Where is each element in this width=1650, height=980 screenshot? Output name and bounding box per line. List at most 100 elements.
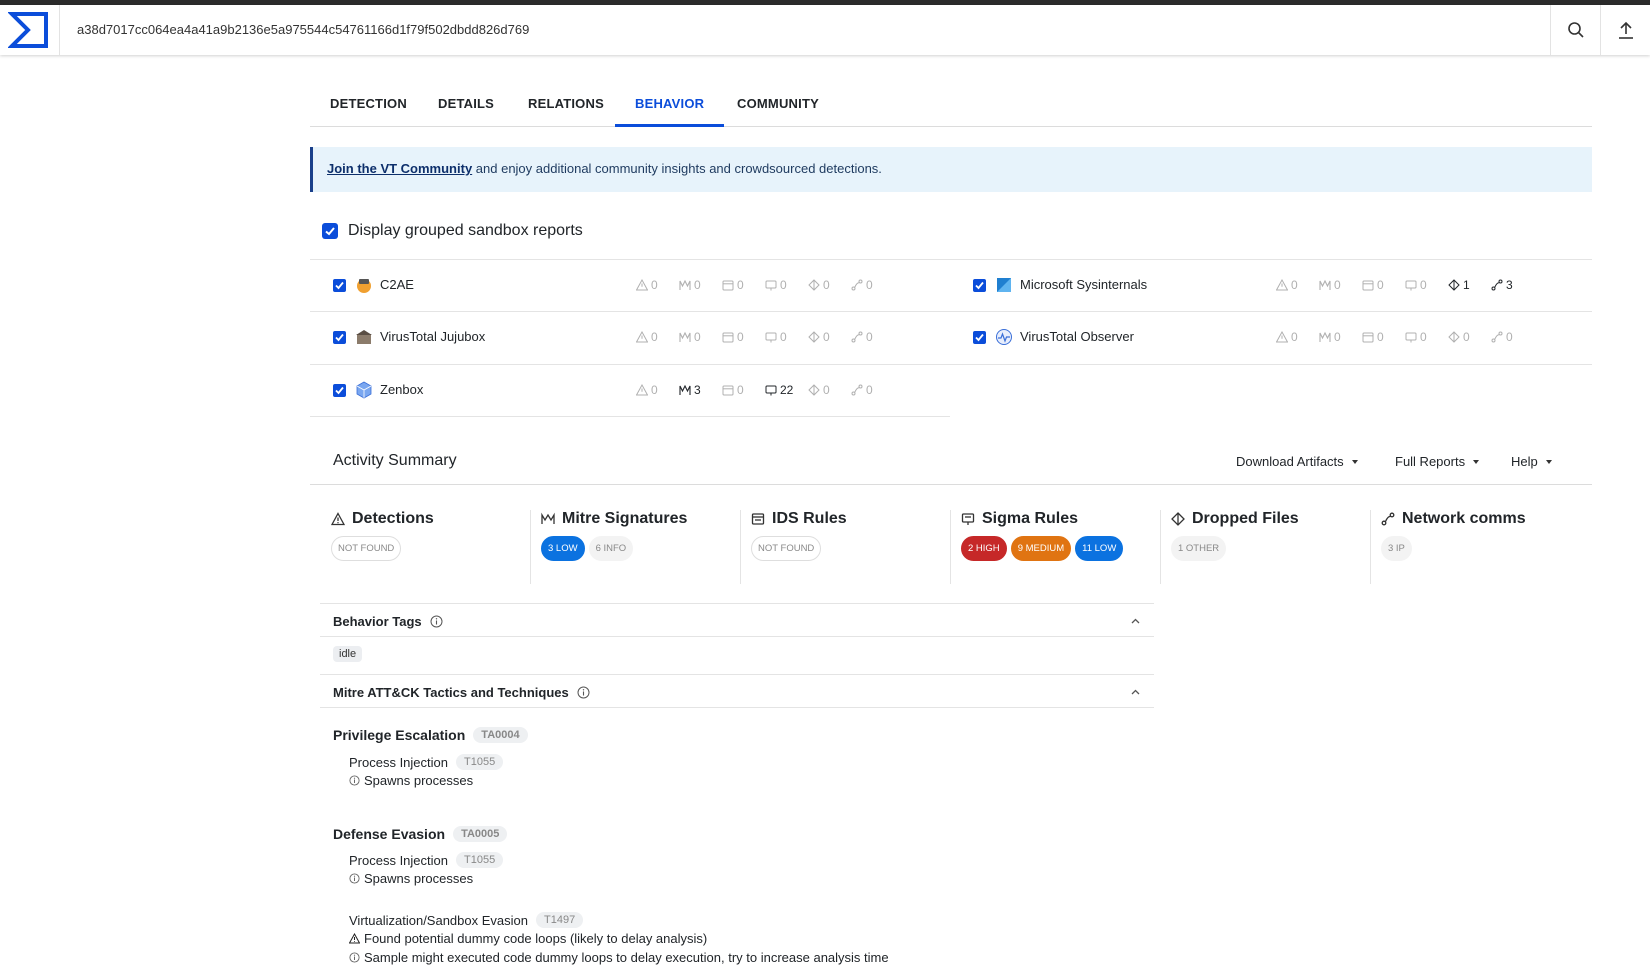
technique-id[interactable]: T1497 (536, 912, 584, 928)
card-mitre-signatures[interactable]: Mitre Signatures 3 LOW 6 INFO (541, 510, 687, 584)
technique-item[interactable]: Process Injection T1055 (349, 852, 504, 868)
full-reports-dropdown[interactable]: Full Reports (1395, 454, 1480, 469)
mitre-stat[interactable]: 0 (1319, 278, 1341, 292)
technique-id[interactable]: T1055 (456, 852, 504, 868)
sandbox-checkbox[interactable] (333, 279, 346, 292)
stat-icon (851, 384, 863, 396)
join-community-link[interactable]: Join the VT Community (327, 161, 472, 176)
sandbox-name[interactable]: Zenbox (380, 382, 423, 397)
sandbox-checkbox[interactable] (333, 384, 346, 397)
card-detections[interactable]: Detections NOT FOUND (331, 510, 434, 584)
chevron-up-icon[interactable] (1131, 689, 1140, 695)
ids-stat[interactable]: 0 (722, 383, 744, 397)
tab-behavior[interactable]: BEHAVIOR (615, 82, 725, 127)
sandbox-virustotal-jujubox[interactable]: VirusTotal Jujubox 0 0 0 0 0 0 (333, 312, 933, 364)
ids-stat[interactable]: 0 (1362, 330, 1384, 344)
virustotal-logo-icon[interactable] (7, 12, 52, 48)
tab-details[interactable]: DETAILS (418, 82, 514, 127)
stat-icon (1448, 279, 1460, 291)
technique-item[interactable]: Process Injection T1055 (349, 754, 504, 770)
sandbox-zenbox[interactable]: Zenbox 0 3 0 22 0 0 (333, 365, 933, 417)
stat-icon (851, 279, 863, 291)
stat-count: 3 (694, 383, 701, 397)
dropped-stat[interactable]: 0 (808, 383, 830, 397)
detections-stat[interactable]: 0 (636, 330, 658, 344)
info-icon (349, 873, 360, 884)
sandbox-name[interactable]: VirusTotal Observer (1020, 329, 1134, 344)
sandbox-c2ae[interactable]: C2AE 0 0 0 0 0 0 (333, 260, 933, 312)
sandbox-checkbox[interactable] (973, 279, 986, 292)
dropped-stat[interactable]: 1 (1448, 278, 1470, 292)
detections-stat[interactable]: 0 (636, 278, 658, 292)
info-icon[interactable] (430, 615, 443, 628)
sandbox-logo-icon (355, 328, 373, 346)
tactic-id[interactable]: TA0005 (453, 826, 508, 842)
sandbox-name[interactable]: VirusTotal Jujubox (380, 329, 485, 344)
card-dropped-files[interactable]: Dropped Files 1 OTHER (1171, 510, 1299, 584)
info-icon[interactable] (577, 686, 590, 699)
sigma-stat[interactable]: 0 (1405, 330, 1427, 344)
sandbox-name[interactable]: Microsoft Sysinternals (1020, 277, 1147, 292)
tactic-name: Defense Evasion (333, 826, 446, 842)
dropped-stat[interactable]: 0 (808, 330, 830, 344)
help-dropdown[interactable]: Help (1511, 454, 1552, 469)
tab-detection[interactable]: DETECTION (310, 82, 427, 127)
dropped-stat[interactable]: 0 (808, 278, 830, 292)
grouped-reports-toggle: Display grouped sandbox reports (322, 222, 583, 240)
network-stat[interactable]: 0 (851, 278, 873, 292)
technique-item[interactable]: Virtualization/Sandbox Evasion T1497 (349, 912, 584, 928)
mitre-stat[interactable]: 0 (679, 330, 701, 344)
stat-count: 0 (1420, 278, 1427, 292)
mitre-stat[interactable]: 3 (679, 383, 701, 397)
upload-button[interactable] (1600, 5, 1650, 55)
tactic-id[interactable]: TA0004 (473, 727, 528, 743)
mitre-attack-title: Mitre ATT&CK Tactics and Techniques (333, 685, 569, 700)
stat-icon (1448, 331, 1460, 343)
sandbox-checkbox[interactable] (973, 331, 986, 344)
grouped-reports-checkbox[interactable] (322, 223, 338, 239)
ids-stat[interactable]: 0 (722, 278, 744, 292)
card-network-comms[interactable]: Network comms 3 IP (1381, 510, 1526, 584)
network-stat[interactable]: 0 (851, 330, 873, 344)
card-ids-rules[interactable]: IDS Rules NOT FOUND (751, 510, 847, 584)
tab-community[interactable]: COMMUNITY (717, 82, 839, 127)
sandbox-virustotal-observer[interactable]: VirusTotal Observer 0 0 0 0 0 0 (973, 312, 1573, 364)
card-sigma-rules[interactable]: Sigma Rules 2 HIGH 9 MEDIUM 11 LOW (961, 510, 1124, 584)
tab-relations[interactable]: RELATIONS (508, 82, 624, 127)
sandbox-name[interactable]: C2AE (380, 277, 414, 292)
detections-stat[interactable]: 0 (636, 383, 658, 397)
stat-count: 3 (1506, 278, 1513, 292)
chevron-up-icon[interactable] (1131, 618, 1140, 624)
behavior-tags-title: Behavior Tags (333, 614, 422, 629)
behavior-tag[interactable]: idle (333, 646, 363, 662)
sandbox-microsoft-sysinternals[interactable]: Microsoft Sysinternals 0 0 0 0 1 3 (973, 260, 1573, 312)
network-stat[interactable]: 0 (1491, 330, 1513, 344)
signature-item: Sample might executed code dummy loops t… (349, 950, 889, 965)
ids-stat[interactable]: 0 (722, 330, 744, 344)
dropped-stat[interactable]: 0 (1448, 330, 1470, 344)
network-stat[interactable]: 3 (1491, 278, 1513, 292)
card-title: Sigma Rules (982, 510, 1079, 527)
technique-id[interactable]: T1055 (456, 754, 504, 770)
detections-stat[interactable]: 0 (1276, 278, 1298, 292)
tactic-heading[interactable]: Defense Evasion TA0005 (333, 826, 508, 842)
sigma-stat[interactable]: 0 (765, 278, 787, 292)
sigma-stat[interactable]: 22 (765, 383, 793, 397)
mitre-stat[interactable]: 0 (1319, 330, 1341, 344)
mitre-stat[interactable]: 0 (679, 278, 701, 292)
sigma-stat[interactable]: 0 (1405, 278, 1427, 292)
signature-text: Spawns processes (364, 773, 474, 788)
tactic-heading[interactable]: Privilege Escalation TA0004 (333, 727, 528, 743)
ids-stat[interactable]: 0 (1362, 278, 1384, 292)
caret-down-icon (1473, 460, 1480, 464)
network-stat[interactable]: 0 (851, 383, 873, 397)
sandbox-checkbox[interactable] (333, 331, 346, 344)
search-button[interactable] (1550, 5, 1600, 55)
sigma-stat[interactable]: 0 (765, 330, 787, 344)
download-artifacts-dropdown[interactable]: Download Artifacts (1236, 454, 1358, 469)
activity-divider (310, 484, 1592, 485)
signature-item: Spawns processes (349, 773, 473, 788)
detections-stat[interactable]: 0 (1276, 330, 1298, 344)
behavior-tags-header[interactable]: Behavior Tags (320, 603, 1154, 637)
mitre-attack-header[interactable]: Mitre ATT&CK Tactics and Techniques (320, 674, 1154, 708)
